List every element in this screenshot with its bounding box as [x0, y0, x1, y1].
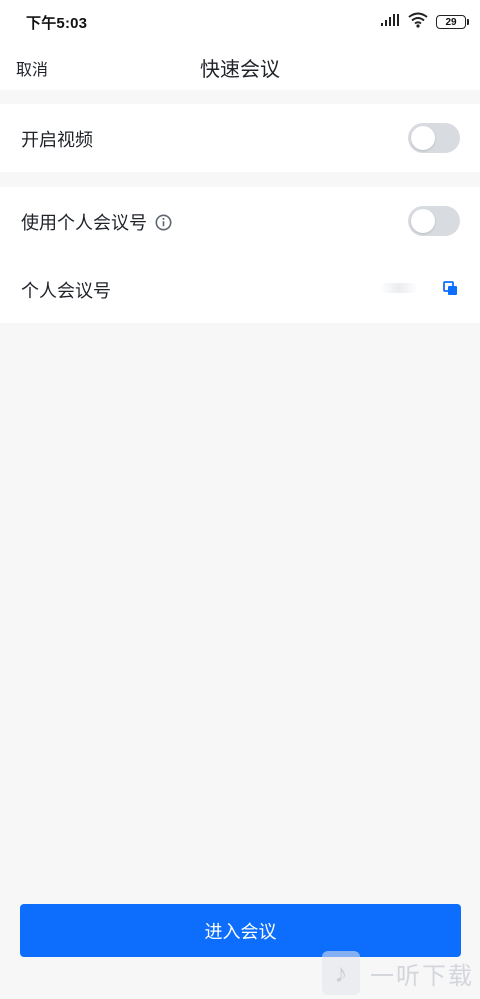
watermark-logo-icon: ♪	[322, 951, 360, 995]
personal-meeting-id-row: 使用个人会议号	[0, 187, 480, 255]
video-toggle[interactable]	[408, 123, 460, 153]
video-settings-card: 开启视频	[0, 104, 480, 172]
page-title: 快速会议	[200, 59, 280, 81]
signal-icon	[380, 13, 400, 32]
info-icon[interactable]	[155, 214, 172, 231]
toggle-knob	[411, 126, 435, 150]
battery-level: 29	[445, 16, 457, 28]
personal-id-row: 个人会议号	[0, 255, 480, 323]
personal-id-value	[380, 283, 418, 293]
video-row: 开启视频	[0, 104, 480, 172]
toggle-knob	[411, 209, 435, 233]
personal-id-label: 个人会议号	[21, 281, 111, 301]
wifi-icon	[408, 12, 428, 33]
battery-icon: 29	[436, 15, 469, 29]
copy-icon[interactable]	[443, 281, 458, 296]
personal-meeting-id-label: 使用个人会议号	[21, 213, 147, 233]
video-label: 开启视频	[21, 130, 93, 150]
join-meeting-button[interactable]: 进入会议	[20, 904, 461, 957]
status-time: 下午5:03	[26, 15, 88, 32]
meeting-id-card: 使用个人会议号 个人会议号	[0, 187, 480, 323]
nav-bar: 取消 快速会议	[0, 44, 480, 90]
personal-meeting-id-toggle[interactable]	[408, 206, 460, 236]
status-icons: 29	[380, 12, 469, 33]
watermark: ♪ 一听下载	[322, 951, 474, 995]
personal-meeting-id-label-wrap: 使用个人会议号	[21, 209, 172, 235]
watermark-text: 一听下载	[370, 962, 474, 990]
status-bar: 下午5:03 29	[0, 0, 480, 44]
